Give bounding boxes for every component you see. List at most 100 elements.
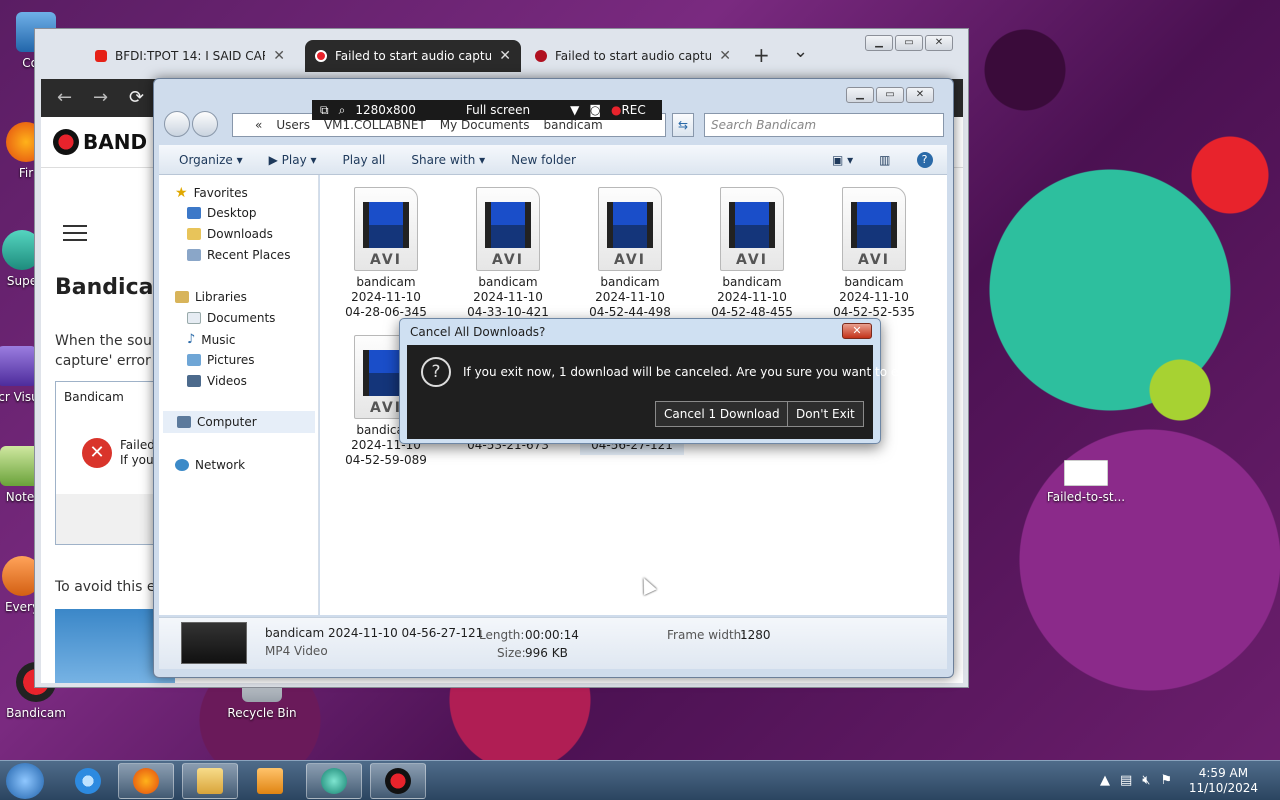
taskbar-media-player[interactable] [242, 763, 298, 799]
tab-close-icon[interactable]: ✕ [273, 48, 285, 64]
view-options-icon[interactable]: ▣ ▾ [832, 153, 853, 167]
minimize-button[interactable]: ▁ [865, 35, 893, 51]
back-button[interactable] [164, 111, 190, 137]
preview-pane-icon[interactable]: ▥ [879, 153, 890, 167]
nav-pictures[interactable]: Pictures [187, 353, 255, 367]
tab-list-button[interactable]: ⌄ [793, 41, 808, 62]
firefox-icon [133, 768, 159, 794]
breadcrumb-users[interactable]: Users [276, 118, 310, 132]
video-thumbnail [181, 622, 247, 664]
nav-documents[interactable]: Documents [187, 311, 275, 325]
taskbar-explorer[interactable] [182, 763, 238, 799]
breadcrumb-documents[interactable]: My Documents [440, 118, 530, 132]
recent-places-icon [187, 249, 201, 261]
desktop-icon-failed-file[interactable]: Failed-to-st... [1046, 460, 1126, 504]
file-item[interactable]: AVI bandicam 2024-11-10 04-28-06-345 [326, 187, 446, 320]
bandicam-favicon-icon [535, 50, 547, 62]
tab-youtube[interactable]: BFDI:TPOT 14: I SAID CAREFUL ✕ [85, 40, 295, 72]
maximize-button[interactable]: ▭ [895, 35, 923, 51]
bandicam-recording-bar: ⧉ ⌕ 1280x800 Full screen ▼ ◙ ●REC [312, 100, 662, 120]
rec-button[interactable]: ●REC [611, 103, 646, 117]
dont-exit-button[interactable]: Don't Exit [787, 401, 864, 427]
taskbar-app[interactable] [306, 763, 362, 799]
breadcrumb-bandicam[interactable]: bandicam [543, 118, 602, 132]
file-name: bandicam [356, 275, 416, 289]
desktop-icon-label: Failed-to-st... [1046, 490, 1126, 504]
new-folder-button[interactable]: New folder [511, 153, 576, 167]
capture-mode[interactable]: Full screen [466, 103, 530, 117]
nav-desktop[interactable]: Desktop [187, 206, 257, 220]
help-icon[interactable]: ? [916, 151, 933, 168]
dialog-close-button[interactable]: ✕ [842, 323, 872, 339]
volume-muted-icon[interactable]: 🔇︎ [1142, 773, 1150, 788]
refresh-button[interactable]: ⇆ [672, 113, 694, 137]
camera-icon[interactable]: ◙ [589, 103, 601, 117]
tab-bandicam[interactable]: Failed to start audio capture - I ✕ [525, 40, 741, 72]
media-player-icon [257, 768, 283, 794]
file-time: 04-52-59-089 [345, 453, 427, 467]
zoom-icon[interactable]: ⌕ [339, 103, 346, 118]
taskbar-firefox[interactable] [118, 763, 174, 799]
hamburger-menu-icon[interactable] [63, 225, 87, 241]
tab-close-icon[interactable]: ✕ [499, 48, 511, 64]
taskbar-clock[interactable]: 4:59 AM 11/10/2024 [1189, 766, 1258, 796]
nav-network[interactable]: Network [175, 458, 245, 472]
intro-line: capture' error n [55, 353, 165, 369]
bandicam-logo[interactable]: BAND [53, 129, 147, 155]
desktop-icon-label: Note [5, 490, 35, 504]
nav-recent-places[interactable]: Recent Places [187, 248, 290, 262]
desktop-icon-label: Recycle Bin [227, 706, 297, 720]
network-tray-icon[interactable]: ▤ [1120, 773, 1132, 788]
start-button[interactable] [6, 763, 44, 799]
close-button[interactable]: ✕ [925, 35, 953, 51]
forward-icon[interactable]: → [93, 87, 108, 108]
share-with-label: Share with [411, 152, 476, 167]
nav-libraries[interactable]: Libraries [175, 290, 247, 304]
share-with-button[interactable]: Share with ▾ [411, 153, 485, 167]
file-name: bandicam [722, 275, 782, 289]
back-icon[interactable]: ← [57, 87, 72, 108]
taskbar-ie[interactable] [60, 763, 116, 799]
action-center-icon[interactable]: ⚑ [1161, 773, 1173, 788]
avi-file-icon: AVI [720, 187, 784, 271]
nav-computer[interactable]: Computer [163, 411, 315, 433]
nav-videos[interactable]: Videos [187, 374, 247, 388]
question-icon: ? [421, 357, 451, 387]
maximize-button[interactable]: ▭ [876, 87, 904, 103]
detail-filename: bandicam 2024-11-10 04-56-27-121 [265, 626, 484, 640]
nav-downloads[interactable]: Downloads [187, 227, 273, 241]
pictures-icon [187, 354, 201, 366]
nav-favorites[interactable]: ★ Favorites [175, 185, 248, 201]
desktop-icon [187, 207, 201, 219]
mode-dropdown-icon[interactable]: ▼ [570, 103, 579, 117]
minimize-button[interactable]: ▁ [846, 87, 874, 103]
breadcrumb-overflow[interactable]: « [255, 118, 262, 132]
close-button[interactable]: ✕ [906, 87, 934, 103]
show-hidden-icons[interactable]: ▲ [1100, 773, 1110, 788]
detail-length: 00:00:14 [525, 628, 579, 642]
file-name: bandicam [478, 275, 538, 289]
play-button[interactable]: ▶ Play ▾ [269, 153, 317, 167]
nav-music[interactable]: ♪ Music [187, 332, 235, 347]
tab-close-icon[interactable]: ✕ [719, 48, 731, 64]
nav-label: Computer [197, 415, 257, 429]
file-item[interactable]: AVI bandicam 2024-11-10 04-52-52-535 [814, 187, 934, 320]
play-all-button[interactable]: Play all [343, 153, 386, 167]
file-item[interactable]: AVI bandicam 2024-11-10 04-33-10-421 [448, 187, 568, 320]
window-select-icon[interactable]: ⧉ [320, 103, 329, 118]
bandicam-icon [385, 768, 411, 794]
tab-bandicam-active[interactable]: Failed to start audio capture - I ✕ [305, 40, 521, 72]
desktop-icon-label: Bandicam [6, 706, 66, 720]
error-icon: ✕ [82, 438, 112, 468]
new-tab-button[interactable]: + [753, 43, 770, 67]
reload-icon[interactable]: ⟳ [129, 87, 144, 108]
forward-button[interactable] [192, 111, 218, 137]
taskbar-bandicam[interactable] [370, 763, 426, 799]
tab-title: BFDI:TPOT 14: I SAID CAREFUL [115, 49, 265, 63]
breadcrumb-user[interactable]: VM1.COLLABNET [324, 118, 426, 132]
file-item[interactable]: AVI bandicam 2024-11-10 04-52-44-498 [570, 187, 690, 320]
file-item[interactable]: AVI bandicam 2024-11-10 04-52-48-455 [692, 187, 812, 320]
search-input[interactable]: Search Bandicam [704, 113, 944, 137]
cancel-download-button[interactable]: Cancel 1 Download [655, 401, 789, 427]
organize-button[interactable]: Organize ▾ [179, 153, 243, 167]
